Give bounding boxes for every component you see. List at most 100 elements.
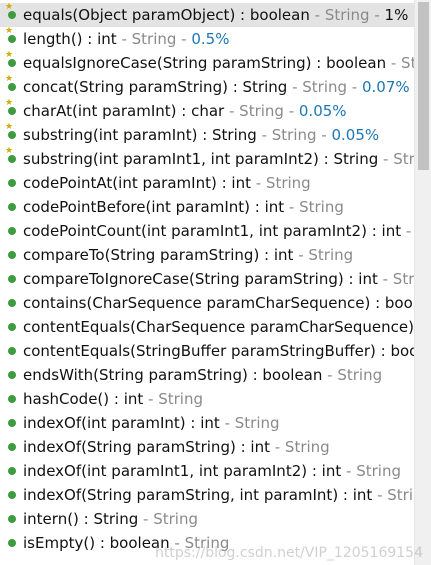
completion-item[interactable]: ★ substring(int paramInt1, int paramInt2)…: [0, 147, 414, 171]
completion-item[interactable]: contentEquals(CharSequence paramCharSequ…: [0, 315, 414, 339]
separator: -: [287, 78, 303, 96]
method-dot-icon: [8, 491, 16, 499]
separator: -: [316, 126, 332, 144]
completion-item[interactable]: ★ charAt(int paramInt) : char - String - …: [0, 99, 414, 123]
completion-item[interactable]: indexOf(int paramInt1, int paramInt2) : …: [0, 459, 414, 483]
method-dot-icon: [8, 251, 16, 259]
public-method-icon: ★: [5, 147, 19, 165]
method-dot-icon: [8, 83, 16, 91]
separator: -: [269, 438, 285, 456]
completion-item[interactable]: contains(CharSequence paramCharSequence)…: [0, 291, 414, 315]
separator: -: [377, 270, 393, 288]
relevance-percent: 0.05%: [331, 126, 380, 144]
declaring-type: String: [153, 510, 198, 528]
public-method-icon: [6, 200, 19, 213]
public-method-icon: ★: [5, 27, 19, 45]
completion-item[interactable]: endsWith(String paramString) : boolean -…: [0, 363, 414, 387]
completion-item[interactable]: ★ equalsIgnoreCase(String paramString) : …: [0, 51, 414, 75]
vertical-scrollbar[interactable]: [414, 0, 431, 565]
completion-item[interactable]: ★ substring(int paramInt) : String - Stri…: [0, 123, 414, 147]
recommended-star-icon: ★: [5, 3, 14, 12]
method-signature: contentEquals(StringBuffer paramStringBu…: [23, 342, 414, 360]
method-signature: equalsIgnoreCase(String paramString) : b…: [23, 54, 387, 72]
separator: -: [372, 486, 388, 504]
public-method-icon: [6, 248, 19, 261]
completion-item[interactable]: contentEquals(StringBuffer paramStringBu…: [0, 339, 414, 363]
separator: -: [250, 174, 266, 192]
separator: -: [138, 510, 154, 528]
separator: -: [405, 222, 412, 240]
relevance-percent: 1%: [384, 6, 409, 24]
completion-item[interactable]: ★ concat(String paramString) : String - S…: [0, 75, 414, 99]
method-signature: isEmpty() : boolean: [23, 534, 170, 552]
completion-item[interactable]: ★ length() : int - String - 0.5%: [0, 27, 414, 51]
completion-item[interactable]: indexOf(int paramInt) : int - String: [0, 411, 414, 435]
method-signature: compareToIgnoreCase(String paramString) …: [23, 270, 378, 288]
separator: -: [116, 30, 132, 48]
completion-item[interactable]: codePointBefore(int paramInt) : int - St…: [0, 195, 414, 219]
public-method-icon: [6, 296, 19, 309]
method-dot-icon: [8, 275, 16, 283]
completion-item[interactable]: codePointCount(int paramInt1, int paramI…: [0, 219, 414, 243]
method-dot-icon: [8, 59, 16, 67]
public-method-icon: [6, 416, 19, 429]
declaring-type: String: [158, 390, 203, 408]
recommended-star-icon: ★: [5, 147, 14, 156]
public-method-icon: ★: [5, 75, 19, 93]
completion-item[interactable]: hashCode() : int - String: [0, 387, 414, 411]
public-method-icon: [6, 512, 19, 525]
method-signature: indexOf(int paramInt) : int: [23, 414, 220, 432]
completion-item[interactable]: intern() : String - String: [0, 507, 414, 531]
method-signature: length() : int: [23, 30, 117, 48]
method-dot-icon: [8, 515, 16, 523]
recommended-star-icon: ★: [5, 51, 14, 60]
method-dot-icon: [8, 11, 16, 19]
declaring-type: String: [337, 366, 383, 384]
separator: -: [143, 390, 159, 408]
public-method-icon: [6, 344, 19, 357]
completion-item[interactable]: compareToIgnoreCase(String paramString) …: [0, 267, 414, 291]
declaring-type: String: [271, 126, 317, 144]
separator: -: [256, 126, 272, 144]
method-signature: indexOf(String paramString) : int: [23, 438, 270, 456]
completion-item[interactable]: indexOf(String paramString, int paramInt…: [0, 483, 414, 507]
completion-item[interactable]: codePointAt(int paramInt) : int - String: [0, 171, 414, 195]
method-dot-icon: [8, 155, 16, 163]
method-signature: endsWith(String paramString) : boolean: [23, 366, 323, 384]
declaring-type: String: [393, 150, 414, 168]
declaring-type: String: [284, 438, 330, 456]
recommended-star-icon: ★: [5, 75, 14, 84]
method-signature: equals(Object paramObject) : boolean: [23, 6, 310, 24]
public-method-icon: [6, 320, 19, 333]
public-method-icon: ★: [5, 99, 19, 117]
public-method-icon: [6, 440, 19, 453]
separator: -: [309, 6, 325, 24]
separator: -: [293, 246, 309, 264]
separator: -: [369, 6, 385, 24]
relevance-percent: 0.07%: [361, 78, 410, 96]
declaring-type: String: [356, 462, 401, 480]
method-signature: codePointCount(int paramInt1, int paramI…: [23, 222, 402, 240]
completion-item[interactable]: indexOf(String paramString) : int - Stri…: [0, 435, 414, 459]
declaring-type: String: [401, 54, 414, 72]
completion-item[interactable]: ★ equals(Object paramObject) : boolean - …: [0, 3, 414, 27]
method-signature: contains(CharSequence paramCharSequence)…: [23, 294, 414, 312]
public-method-icon: ★: [5, 51, 19, 69]
method-dot-icon: [8, 179, 16, 187]
completion-item[interactable]: compareTo(String paramString) : int - St…: [0, 243, 414, 267]
public-method-icon: [6, 176, 19, 189]
separator: -: [378, 150, 394, 168]
separator: -: [341, 462, 357, 480]
declaring-type: String: [131, 30, 177, 48]
method-signature: codePointBefore(int paramInt) : int: [23, 198, 285, 216]
declaring-type: String: [239, 102, 284, 120]
method-dot-icon: [8, 323, 16, 331]
declaring-type: String: [387, 486, 414, 504]
scrollbar-thumb[interactable]: [418, 2, 429, 170]
method-dot-icon: [8, 203, 16, 211]
method-dot-icon: [8, 539, 16, 547]
recommended-star-icon: ★: [5, 27, 14, 36]
completion-list: ★ equals(Object paramObject) : boolean - …: [0, 3, 414, 555]
method-signature: indexOf(String paramString, int paramInt…: [23, 486, 373, 504]
method-signature: hashCode() : int: [23, 390, 144, 408]
